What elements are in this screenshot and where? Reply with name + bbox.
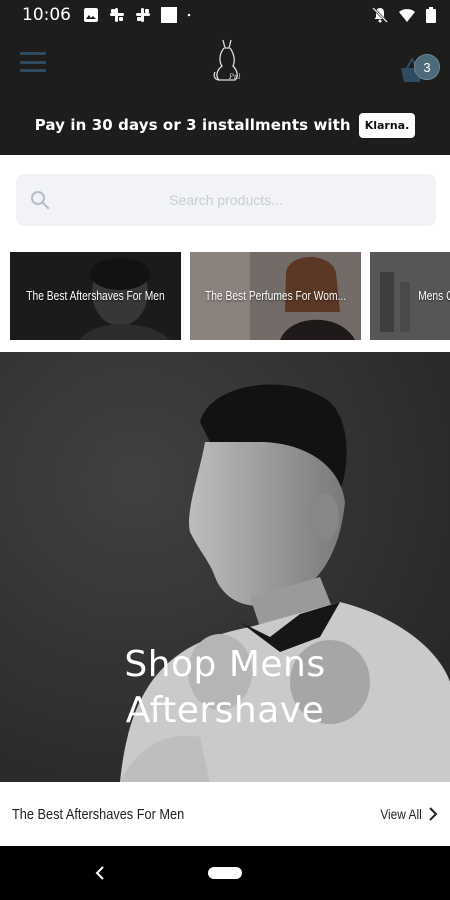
category-carousel[interactable]: The Best Aftershaves For Men The Best Pe…: [0, 252, 450, 342]
klarna-text: Pay in 30 days or 3 installments with: [34, 116, 351, 134]
category-card-label: The Best Aftershaves For Men: [26, 289, 165, 303]
search-bar[interactable]: [16, 174, 436, 226]
photo-icon: [84, 8, 98, 22]
cart-button[interactable]: 3: [398, 48, 444, 88]
svg-text:Pnl: Pnl: [228, 73, 240, 81]
cat-logo-icon[interactable]: Pnl: [205, 36, 249, 84]
search-input[interactable]: [16, 174, 436, 226]
app-header: Pnl 3 Pay in 30 days or 3 installments w…: [0, 30, 450, 155]
category-card-perfumes[interactable]: The Best Perfumes For Wom...: [190, 252, 361, 340]
home-pill[interactable]: [208, 867, 242, 879]
battery-icon: [426, 7, 436, 23]
status-time: 10:06: [22, 5, 71, 25]
klarna-banner[interactable]: Pay in 30 days or 3 installments with Kl…: [0, 108, 450, 142]
view-all-label: View All: [380, 806, 422, 822]
status-system-icons: [372, 7, 436, 23]
hero-title-line2: Aftershave: [125, 690, 325, 731]
hero-title: Shop Mens Aftershave: [0, 642, 450, 734]
square-icon: [161, 7, 177, 23]
category-card-mens[interactable]: Mens C: [370, 252, 450, 340]
slack-icon: [110, 8, 124, 22]
back-icon[interactable]: [90, 863, 110, 883]
hero-title-line1: Shop Mens: [124, 644, 326, 685]
slack-icon: [136, 8, 150, 22]
chevron-right-icon: [429, 807, 438, 821]
view-all-link[interactable]: View All: [373, 806, 438, 822]
system-nav-bar: [0, 846, 450, 900]
status-notification-icons: [83, 7, 195, 23]
wifi-icon: [399, 9, 415, 22]
search-icon: [31, 191, 50, 210]
status-bar: 10:06: [0, 0, 450, 30]
notifications-off-icon: [372, 7, 388, 23]
category-card-label: Mens C: [418, 289, 450, 303]
hamburger-menu-icon[interactable]: [20, 52, 46, 72]
category-card-aftershaves[interactable]: The Best Aftershaves For Men: [10, 252, 181, 340]
section-title: The Best Aftershaves For Men: [12, 805, 185, 823]
klarna-logo: Klarna.: [358, 112, 416, 138]
category-card-label: The Best Perfumes For Wom...: [204, 289, 347, 303]
hero-banner[interactable]: Shop Mens Aftershave: [0, 352, 450, 782]
cart-count-badge: 3: [414, 54, 440, 80]
dot-icon: [187, 13, 191, 17]
section-header: The Best Aftershaves For Men View All: [0, 782, 450, 846]
